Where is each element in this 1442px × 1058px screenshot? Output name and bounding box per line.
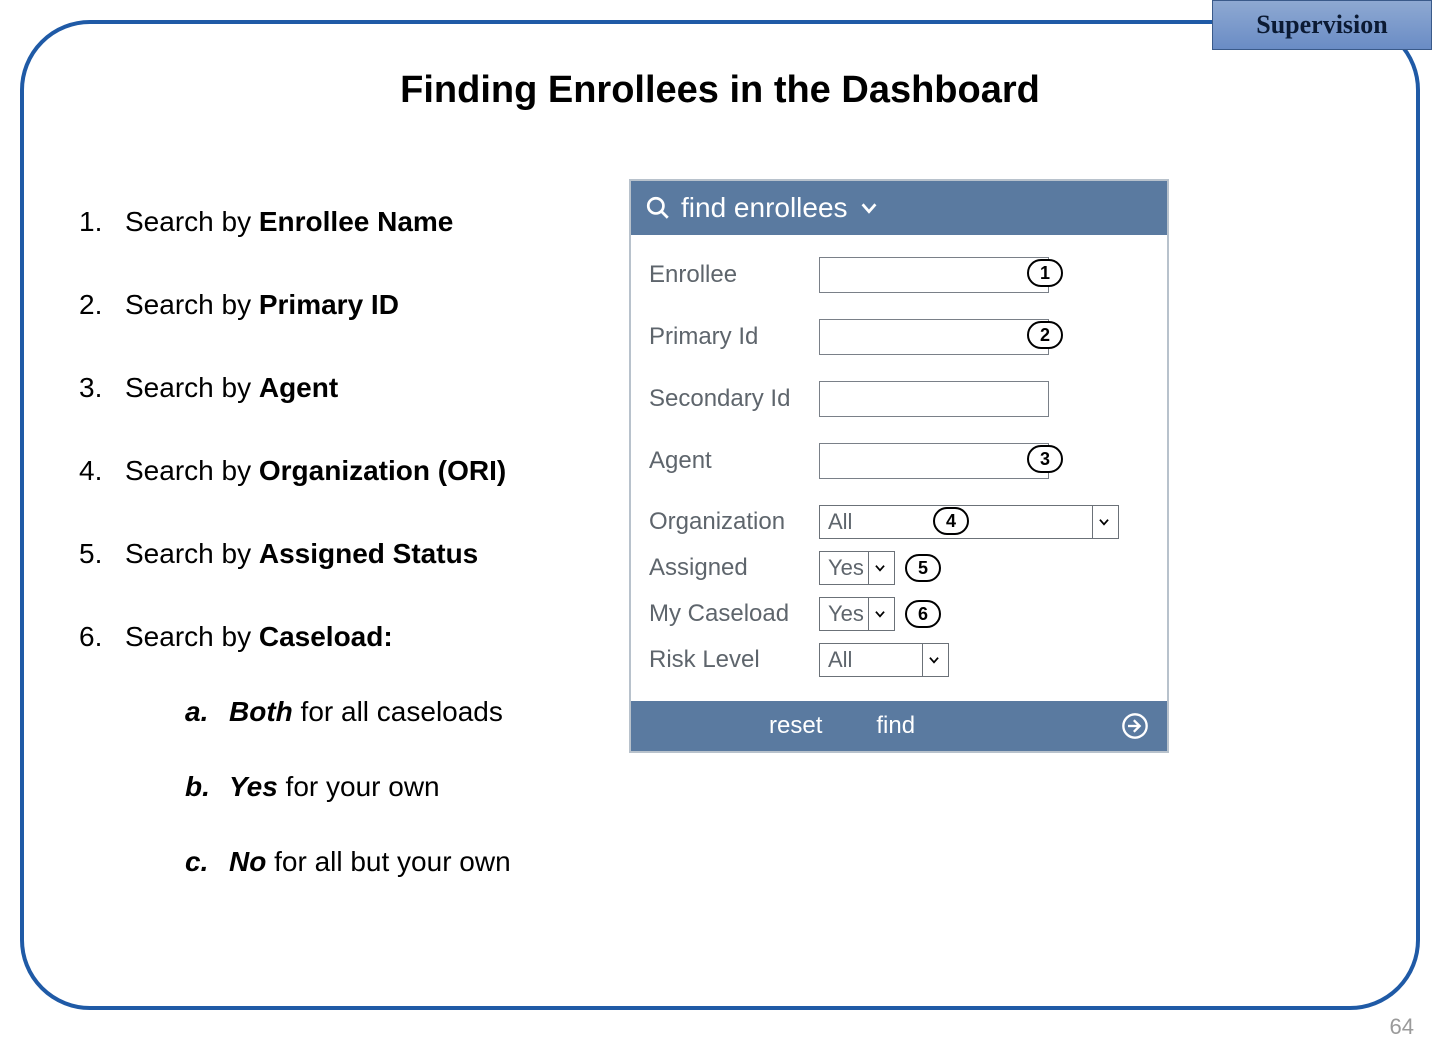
primary-id-input[interactable] — [819, 319, 1049, 355]
step-5: Search by Assigned Status — [79, 536, 619, 571]
row-risk-level: Risk Level All — [649, 643, 1149, 677]
page-title: Finding Enrollees in the Dashboard — [24, 69, 1416, 112]
panel-footer: reset find — [631, 701, 1167, 751]
supervision-tag: Supervision — [1212, 0, 1432, 50]
chevron-down-icon — [1092, 506, 1114, 538]
organization-select[interactable]: All — [819, 505, 1119, 539]
reset-button[interactable]: reset — [769, 712, 822, 740]
label-primary-id: Primary Id — [649, 323, 819, 351]
agent-input[interactable] — [819, 443, 1049, 479]
label-organization: Organization — [649, 508, 819, 536]
chevron-down-icon — [858, 197, 880, 219]
enrollee-input[interactable] — [819, 257, 1049, 293]
row-primary-id: Primary Id 2 — [649, 319, 1149, 355]
panel-body: Enrollee 1 Primary Id 2 Secondary Id Age… — [631, 235, 1167, 701]
callout-1: 1 — [1027, 259, 1063, 287]
find-button[interactable]: find — [876, 712, 915, 740]
assigned-select[interactable]: Yes — [819, 551, 895, 585]
find-enrollees-panel: find enrollees Enrollee 1 Primary Id 2 S… — [629, 179, 1169, 753]
panel-header-text: find enrollees — [681, 192, 848, 224]
label-enrollee: Enrollee — [649, 261, 819, 289]
assigned-value: Yes — [828, 555, 868, 581]
arrow-right-circle-icon[interactable] — [1121, 712, 1149, 740]
callout-5: 5 — [905, 554, 941, 582]
label-risk-level: Risk Level — [649, 646, 819, 674]
chevron-down-icon — [868, 552, 890, 584]
risk-level-select[interactable]: All — [819, 643, 949, 677]
chevron-down-icon — [868, 598, 890, 630]
sub-b: b.Yes for your own — [185, 769, 619, 804]
sub-a: a.Both for all caseloads — [185, 694, 619, 729]
search-icon — [645, 195, 671, 221]
callout-2: 2 — [1027, 321, 1063, 349]
secondary-id-input[interactable] — [819, 381, 1049, 417]
slide-frame: Finding Enrollees in the Dashboard Searc… — [20, 20, 1420, 1010]
label-secondary-id: Secondary Id — [649, 385, 819, 413]
row-organization: Organization All 4 — [649, 505, 1149, 539]
label-agent: Agent — [649, 447, 819, 475]
row-secondary-id: Secondary Id — [649, 381, 1149, 417]
step-1: Search by Enrollee Name — [79, 204, 619, 239]
row-agent: Agent 3 — [649, 443, 1149, 479]
panel-header[interactable]: find enrollees — [631, 181, 1167, 235]
my-caseload-value: Yes — [828, 601, 868, 627]
callout-4: 4 — [933, 507, 969, 535]
step-4: Search by Organization (ORI) — [79, 453, 619, 488]
risk-level-value: All — [828, 647, 922, 673]
row-my-caseload: My Caseload Yes 6 — [649, 597, 1149, 631]
step-2: Search by Primary ID — [79, 287, 619, 322]
page-number: 64 — [1390, 1014, 1414, 1040]
row-enrollee: Enrollee 1 — [649, 257, 1149, 293]
my-caseload-select[interactable]: Yes — [819, 597, 895, 631]
row-assigned: Assigned Yes 5 — [649, 551, 1149, 585]
label-assigned: Assigned — [649, 554, 819, 582]
step-6: Search by Caseload: a.Both for all casel… — [79, 619, 619, 879]
chevron-down-icon — [922, 644, 944, 676]
callout-3: 3 — [1027, 445, 1063, 473]
label-my-caseload: My Caseload — [649, 600, 819, 628]
sub-c: c.No for all but your own — [185, 844, 619, 879]
step-3: Search by Agent — [79, 370, 619, 405]
callout-6: 6 — [905, 600, 941, 628]
steps-list: Search by Enrollee Name Search by Primar… — [79, 204, 619, 927]
